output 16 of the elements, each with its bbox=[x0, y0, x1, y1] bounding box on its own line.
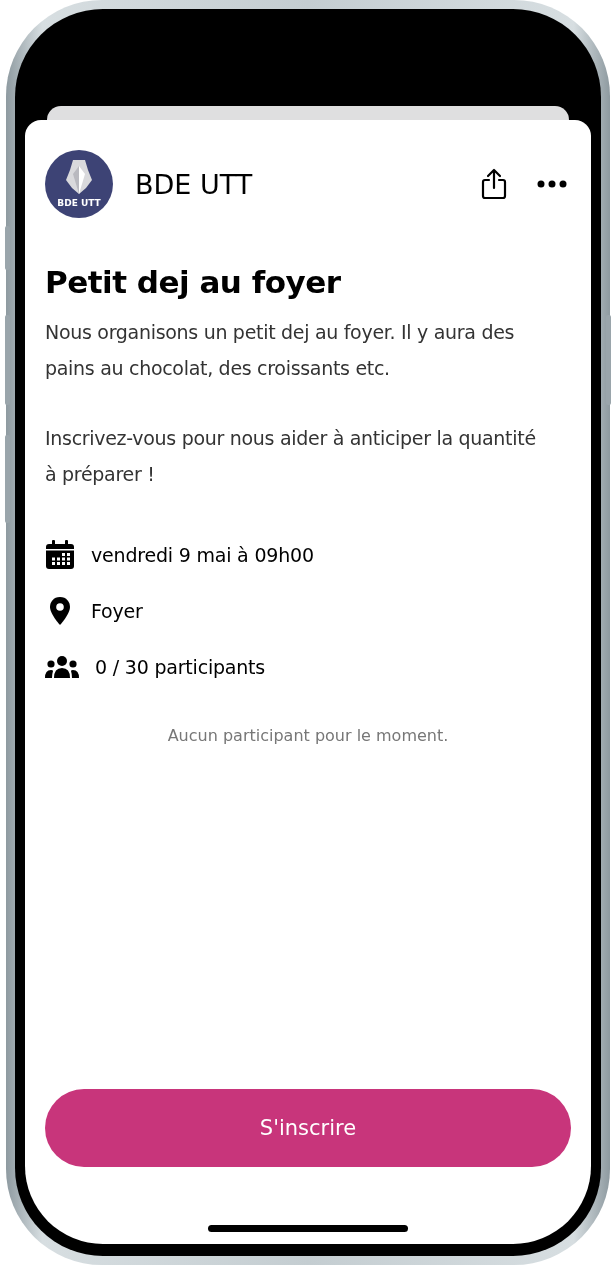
event-detail: vendredi 9 mai à 09h00 bbox=[91, 544, 314, 566]
avatar-label: BDE UTT bbox=[57, 198, 101, 208]
event-title: Petit dej au foyer bbox=[45, 264, 342, 300]
event-description: Nous organisons un petit dej au foyer. Il y aura des pains au chocolat, des croissants etc. bbox=[45, 320, 516, 381]
event-description: Inscrivez-vous pour nous aider à anticiper la quantité à préparer ! bbox=[45, 426, 537, 487]
organizer-avatar[interactable]: BDE UTT bbox=[45, 150, 113, 218]
people-icon bbox=[45, 655, 79, 679]
share-icon[interactable] bbox=[481, 168, 507, 200]
empty-participants-message: Aucun participant pour le moment. bbox=[166, 726, 450, 745]
event-detail: Foyer bbox=[91, 600, 143, 622]
logo-icon bbox=[66, 160, 92, 194]
register-button[interactable]: S'inscrire bbox=[45, 1089, 571, 1167]
event-detail: 0 / 30 participants bbox=[95, 656, 266, 678]
calendar-icon bbox=[45, 540, 75, 570]
organizer-name: BDE UTT bbox=[135, 168, 254, 200]
more-icon[interactable] bbox=[537, 180, 567, 188]
